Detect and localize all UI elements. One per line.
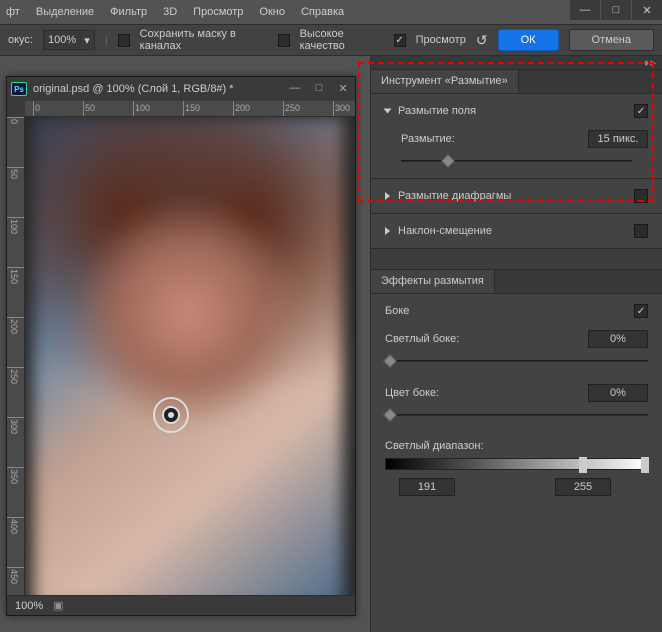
color-bokeh-label: Цвет боке: xyxy=(385,387,439,399)
section-title: Размытие поля xyxy=(398,105,476,117)
window-controls: — □ ✕ xyxy=(569,0,662,20)
focus-combo[interactable]: 100%▾ xyxy=(43,30,95,50)
blur-pin[interactable] xyxy=(153,397,189,433)
section-field-blur: Размытие поля Размытие: 15 пикс. xyxy=(371,94,662,179)
section-iris-blur: Размытие диафрагмы xyxy=(371,179,662,214)
image-content xyxy=(33,117,343,595)
panel-collapse-icon[interactable]: ▸▸ xyxy=(371,56,662,70)
high-quality-label: Высокое качество xyxy=(300,28,384,52)
section-checkbox[interactable] xyxy=(634,189,648,203)
document-title: original.psd @ 100% (Слой 1, RGB/8#) * xyxy=(33,83,234,95)
doc-maximize-icon[interactable]: □ xyxy=(307,77,331,99)
section-checkbox[interactable] xyxy=(634,104,648,118)
light-range-high[interactable]: 255 xyxy=(555,478,611,496)
menu-item[interactable]: Справка xyxy=(301,6,344,18)
menu-item[interactable]: Просмотр xyxy=(193,6,243,18)
light-bokeh-label: Светлый боке: xyxy=(385,333,459,345)
ok-button[interactable]: ОК xyxy=(498,29,559,51)
light-bokeh-slider[interactable] xyxy=(385,354,648,368)
preview-checkbox[interactable] xyxy=(394,34,406,47)
section-checkbox[interactable] xyxy=(634,304,648,318)
status-icon[interactable]: ▣ xyxy=(53,599,63,612)
blur-panel: ▸▸ Инструмент «Размытие» Размытие поля Р… xyxy=(370,56,662,632)
menu-item[interactable]: Окно xyxy=(259,6,285,18)
doc-minimize-icon[interactable]: — xyxy=(283,77,307,99)
disclosure-icon[interactable] xyxy=(385,192,390,200)
canvas[interactable] xyxy=(25,117,355,595)
document-tab-bar: Ps original.psd @ 100% (Слой 1, RGB/8#) … xyxy=(7,77,355,101)
disclosure-icon[interactable] xyxy=(385,227,390,235)
light-bokeh-value[interactable]: 0% xyxy=(588,330,648,348)
focus-label: окус: xyxy=(8,34,33,46)
light-range-low[interactable]: 191 xyxy=(399,478,455,496)
panel-gap xyxy=(371,249,662,270)
ruler-horizontal[interactable]: 050100150200250300 xyxy=(25,101,355,117)
zoom-level[interactable]: 100% xyxy=(15,600,43,612)
menu-item[interactable]: фт xyxy=(6,6,20,18)
blur-amount-slider[interactable] xyxy=(401,154,632,168)
color-bokeh-value[interactable]: 0% xyxy=(588,384,648,402)
document-status-bar: 100% ▣ xyxy=(7,595,355,615)
work-area: Ps original.psd @ 100% (Слой 1, RGB/8#) … xyxy=(0,56,662,632)
menu-item[interactable]: Фильтр xyxy=(110,6,147,18)
menu-item[interactable]: 3D xyxy=(163,6,177,18)
tab-blur-effects[interactable]: Эффекты размытия xyxy=(371,270,495,293)
maximize-icon[interactable]: □ xyxy=(601,0,631,20)
section-title: Размытие диафрагмы xyxy=(398,190,511,202)
minimize-icon[interactable]: — xyxy=(570,0,600,20)
color-bokeh-slider[interactable] xyxy=(385,408,648,422)
ruler-vertical[interactable]: 050100150200250300350400450 xyxy=(7,117,25,595)
section-title: Наклон-смещение xyxy=(398,225,492,237)
cancel-button[interactable]: Отмена xyxy=(569,29,654,51)
blur-amount-value[interactable]: 15 пикс. xyxy=(588,130,648,148)
light-range-slider[interactable] xyxy=(385,458,648,470)
preview-label: Просмотр xyxy=(416,34,466,46)
blur-amount-label: Размытие: xyxy=(401,133,455,145)
menu-item[interactable]: Выделение xyxy=(36,6,94,18)
light-range-label: Светлый диапазон: xyxy=(385,440,648,452)
disclosure-icon[interactable] xyxy=(384,109,392,114)
options-bar: окус: 100%▾ | Сохранить маску в каналах … xyxy=(0,24,662,56)
doc-close-icon[interactable]: ✕ xyxy=(331,77,355,99)
document-window: Ps original.psd @ 100% (Слой 1, RGB/8#) … xyxy=(6,76,356,616)
close-icon[interactable]: ✕ xyxy=(632,0,662,20)
section-tilt-shift: Наклон-смещение xyxy=(371,214,662,249)
tab-blur-tool[interactable]: Инструмент «Размытие» xyxy=(371,70,519,93)
reset-icon[interactable]: ↺ xyxy=(476,32,488,49)
chevron-down-icon: ▾ xyxy=(84,34,90,47)
ps-file-icon: Ps xyxy=(11,82,27,96)
save-mask-checkbox[interactable] xyxy=(118,34,130,47)
section-title: Боке xyxy=(385,305,409,317)
section-bokeh: Боке Светлый боке: 0% Цвет боке: 0% Свет… xyxy=(371,294,662,506)
menu-bar: фт Выделение Фильтр 3D Просмотр Окно Спр… xyxy=(0,0,662,24)
high-quality-checkbox[interactable] xyxy=(278,34,290,47)
save-mask-label: Сохранить маску в каналах xyxy=(140,28,268,52)
section-checkbox[interactable] xyxy=(634,224,648,238)
